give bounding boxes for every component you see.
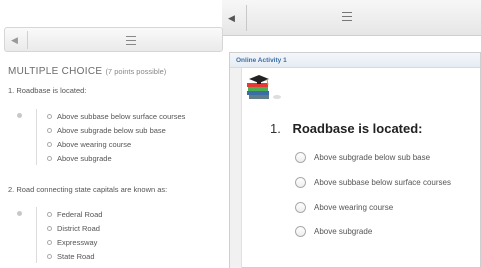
radio-icon[interactable] <box>47 127 52 133</box>
radio-icon[interactable] <box>47 211 52 217</box>
menu-icon[interactable] <box>126 36 136 45</box>
left-arrow-icon[interactable]: ◀ <box>11 33 18 47</box>
list-item[interactable]: State Road <box>47 249 102 263</box>
option-label: State Road <box>57 251 95 261</box>
list-item[interactable]: Above subbase below surface courses <box>47 109 185 123</box>
question-2-bullet <box>17 211 22 216</box>
nav-divider <box>27 31 28 49</box>
question-text: Roadbase is located: <box>292 121 423 136</box>
list-item[interactable]: Above subgrade below sub base <box>47 123 185 137</box>
radio-icon[interactable] <box>47 225 52 231</box>
radio-icon[interactable] <box>47 253 52 259</box>
books-graduation-cap-icon <box>247 75 281 99</box>
option-label: Above subbase below surface courses <box>57 111 186 121</box>
radio-icon[interactable] <box>295 177 306 188</box>
radio-icon[interactable] <box>295 226 306 237</box>
question-2-options: Federal Road District Road Expressway St… <box>36 207 102 263</box>
activity-header: Online Activity 1 <box>230 53 480 68</box>
top-toolbar: ◀ <box>222 0 481 36</box>
radio-icon[interactable] <box>47 239 52 245</box>
list-item[interactable]: Above wearing course <box>47 137 185 151</box>
question-1-label: 1. Roadbase is located: <box>8 86 87 95</box>
left-nav-bar: ◀ <box>4 27 223 52</box>
section-title: MULTIPLE CHOICE (7 points possible) <box>8 66 166 77</box>
menu-icon[interactable] <box>342 12 352 21</box>
points-hint: (7 points possible) <box>105 67 167 76</box>
toolbar-divider <box>246 5 247 31</box>
question-number: 1. <box>270 121 281 136</box>
answer-option[interactable]: Above subgrade below sub base <box>295 152 430 163</box>
radio-icon[interactable] <box>47 141 52 147</box>
radio-icon[interactable] <box>295 202 306 213</box>
list-item[interactable]: Above subgrade <box>47 151 185 165</box>
answer-label: Above subgrade below sub base <box>314 153 431 162</box>
radio-icon[interactable] <box>295 152 306 163</box>
answer-label: Above subbase below surface courses <box>314 178 451 187</box>
list-item[interactable]: Federal Road <box>47 207 102 221</box>
radio-icon[interactable] <box>47 155 52 161</box>
option-label: Expressway <box>57 237 98 247</box>
answer-option[interactable]: Above subbase below surface courses <box>295 177 451 188</box>
answer-option[interactable]: Above wearing course <box>295 202 393 213</box>
option-label: District Road <box>57 223 100 233</box>
card-side-strip <box>230 68 242 268</box>
option-label: Above subgrade <box>57 153 112 163</box>
answer-label: Above subgrade <box>314 227 373 236</box>
radio-icon[interactable] <box>47 113 52 119</box>
activity-card: Online Activity 1 1. Roadbase is located… <box>229 52 481 268</box>
section-title-text: MULTIPLE CHOICE <box>8 66 103 77</box>
question-1-bullet <box>17 113 22 118</box>
question-2-label: 2. Road connecting state capitals are kn… <box>8 185 168 194</box>
option-label: Federal Road <box>57 209 103 219</box>
list-item[interactable]: District Road <box>47 221 102 235</box>
answer-option[interactable]: Above subgrade <box>295 226 372 237</box>
left-arrow-icon[interactable]: ◀ <box>228 11 240 25</box>
option-label: Above wearing course <box>57 139 132 149</box>
option-label: Above subgrade below sub base <box>57 125 166 135</box>
answer-label: Above wearing course <box>314 203 394 212</box>
question-1-options: Above subbase below surface courses Abov… <box>36 109 185 165</box>
activity-question: 1. Roadbase is located: <box>270 121 423 136</box>
list-item[interactable]: Expressway <box>47 235 102 249</box>
